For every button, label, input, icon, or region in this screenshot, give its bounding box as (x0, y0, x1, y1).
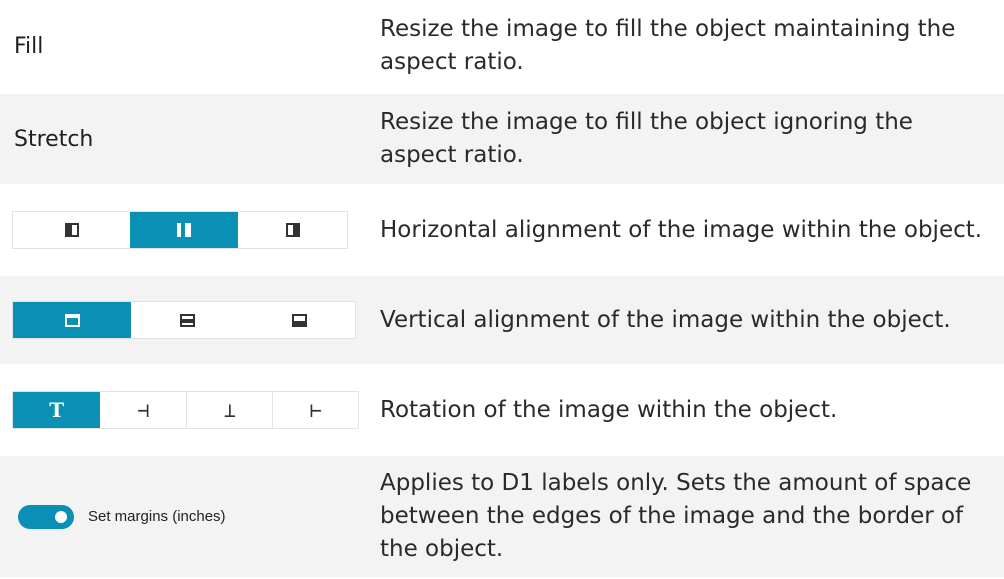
rotation-0-icon: T (49, 398, 65, 422)
set-margins-toggle[interactable] (18, 504, 74, 529)
align-center-button[interactable] (130, 212, 238, 248)
horizontal-alignment-control (12, 211, 348, 249)
term-stretch: Stretch (14, 126, 94, 152)
align-left-button[interactable] (13, 212, 130, 248)
row-horizontal-alignment: Horizontal alignment of the image within… (0, 186, 1004, 276)
align-left-icon (64, 223, 79, 237)
rotation-180-button[interactable]: ⊥ (186, 392, 274, 428)
description-fill: Resize the image to fill the object main… (380, 16, 956, 75)
row-set-margins: Set margins (inches) Applies to D1 label… (0, 456, 1004, 579)
row-rotation: T ⊣ ⊥ ⊢ Rotation of the image within the… (0, 366, 1004, 456)
row-fill: Fill Resize the image to fill the object… (0, 0, 1004, 94)
description-rotation: Rotation of the image within the object. (380, 396, 838, 423)
set-margins-label: Set margins (inches) (88, 508, 226, 525)
term-fill: Fill (14, 33, 44, 59)
rotation-control: T ⊣ ⊥ ⊢ (12, 391, 359, 429)
align-top-button[interactable] (13, 302, 131, 338)
align-center-icon (177, 223, 191, 237)
description-vertical-alignment: Vertical alignment of the image within t… (380, 306, 951, 333)
description-horizontal-alignment: Horizontal alignment of the image within… (380, 216, 983, 243)
align-top-icon (64, 313, 80, 327)
rotation-180-icon: ⊥ (223, 398, 236, 422)
rotation-90-icon: ⊣ (137, 398, 150, 422)
row-stretch: Stretch Resize the image to fill the obj… (0, 94, 1004, 186)
rotation-90-button[interactable]: ⊣ (100, 392, 187, 428)
align-right-icon (285, 223, 300, 237)
align-bottom-button[interactable] (243, 302, 355, 338)
description-stretch: Resize the image to fill the object igno… (380, 109, 913, 168)
description-set-margins: Applies to D1 labels only. Sets the amou… (380, 470, 972, 562)
row-vertical-alignment: Vertical alignment of the image within t… (0, 276, 1004, 366)
rotation-0-button[interactable]: T (13, 392, 101, 428)
align-middle-button[interactable] (131, 302, 243, 338)
set-margins-setting: Set margins (inches) (14, 497, 269, 536)
rotation-270-button[interactable]: ⊢ (273, 392, 358, 428)
align-middle-icon (179, 313, 195, 327)
align-bottom-icon (291, 313, 307, 327)
align-right-button[interactable] (238, 212, 347, 248)
rotation-270-icon: ⊢ (309, 398, 322, 422)
vertical-alignment-control (12, 301, 356, 339)
toggle-knob (55, 510, 67, 523)
